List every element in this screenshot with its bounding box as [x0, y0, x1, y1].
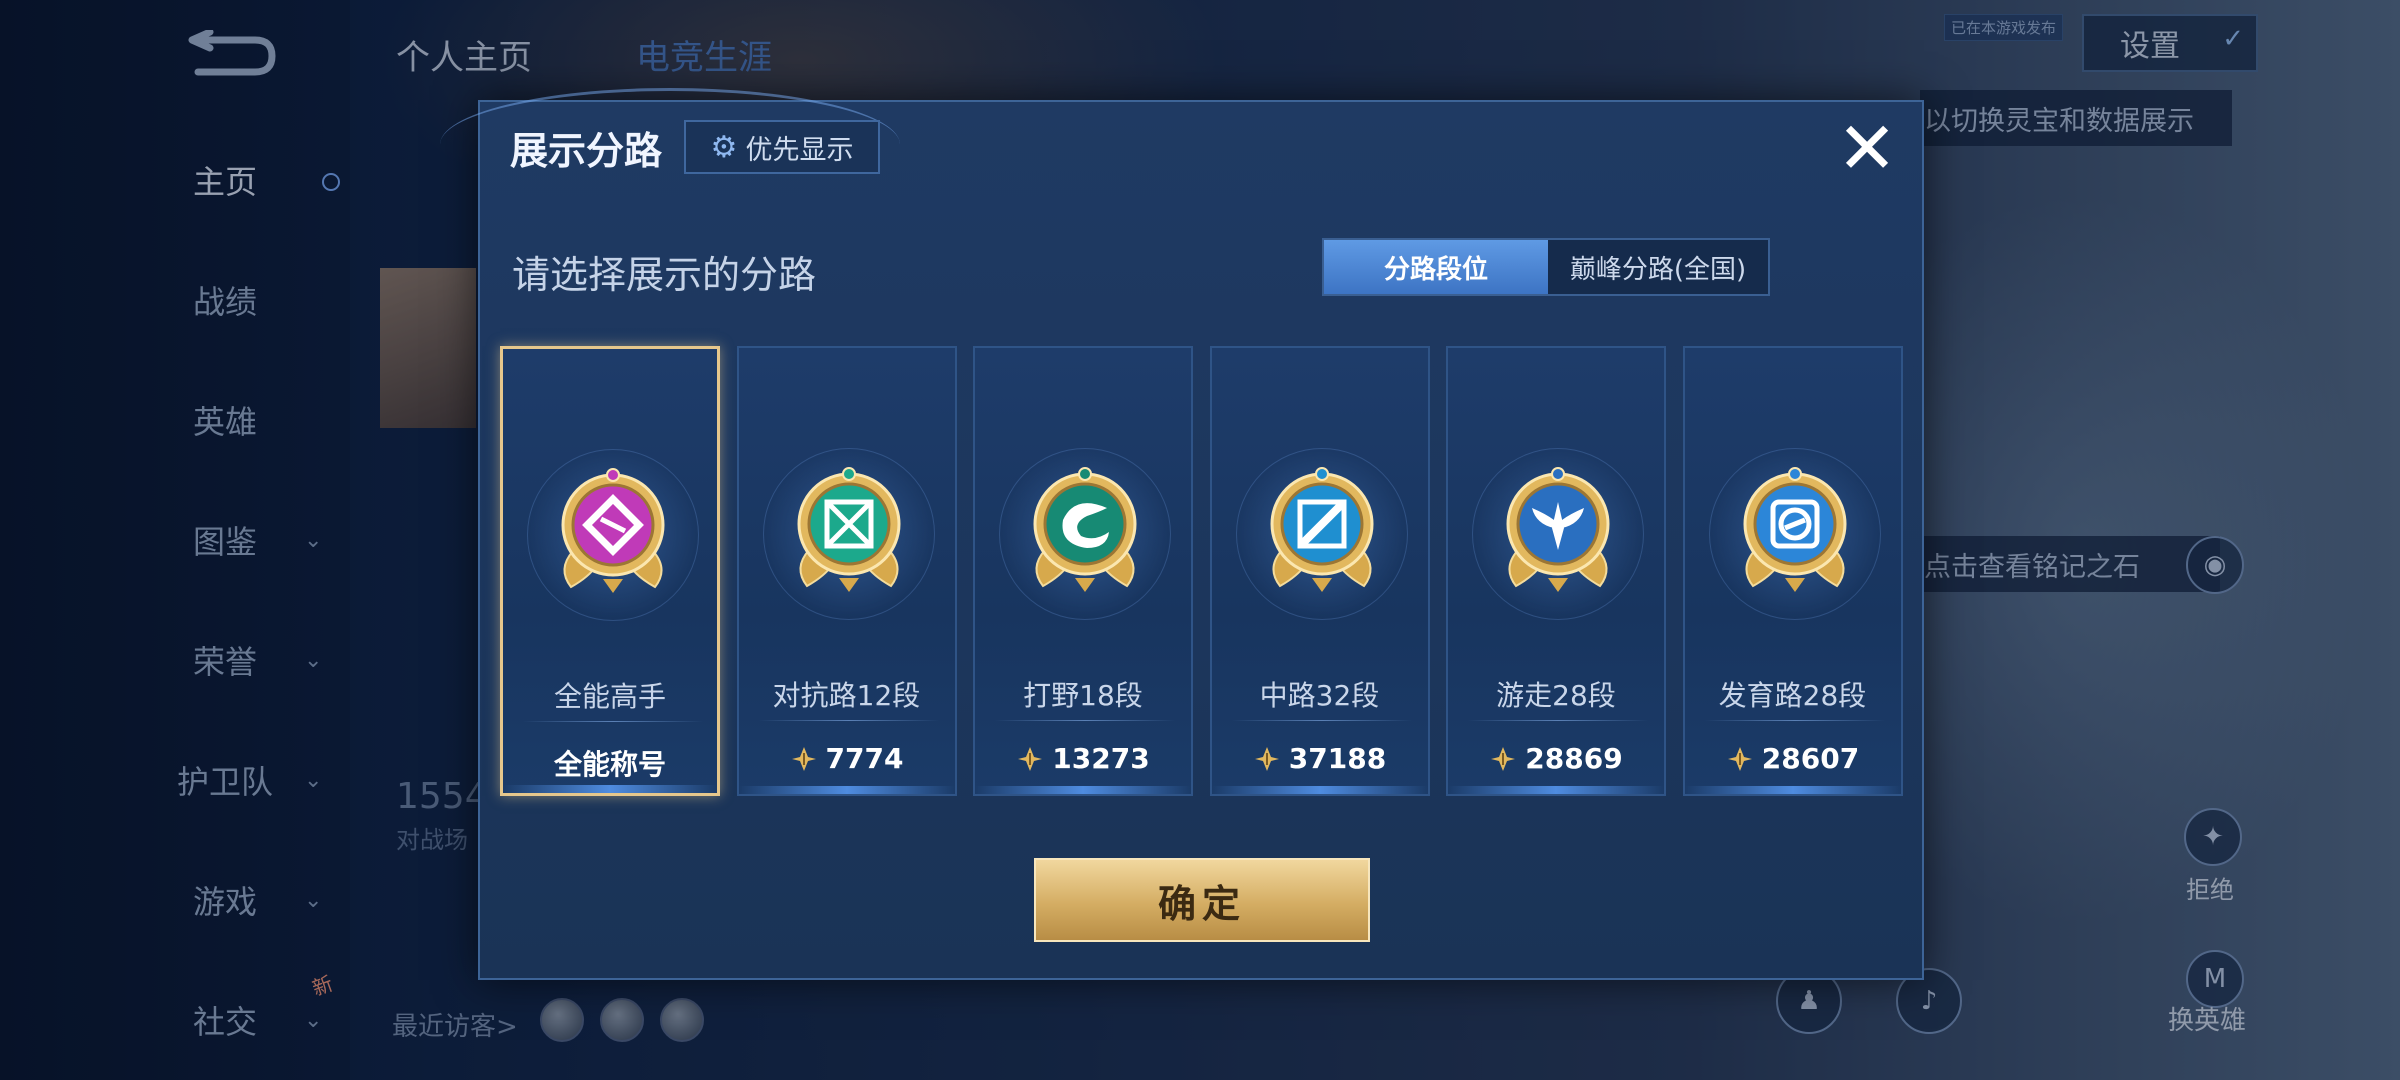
lane-mode-toggle: 分路段位 巅峰分路(全国): [1322, 238, 1770, 296]
lane-footer: 13273: [975, 742, 1191, 775]
lane-card[interactable]: 对抗路12段 7774: [736, 346, 957, 796]
power-points-value: 7774: [825, 742, 904, 775]
target-icon: [1743, 467, 1846, 592]
lane-display-dialog: 展示分路 ⚙ 优先显示 ✕ 请选择展示的分路 分路段位 巅峰分路(全国) 全能高…: [440, 88, 1924, 980]
power-points-value: 37188: [1288, 742, 1387, 775]
power-points-icon: [791, 746, 816, 771]
priority-display-label: 优先显示: [745, 134, 854, 166]
card-bottom-glow: [1211, 786, 1428, 794]
crossed-swords-icon: [797, 467, 900, 592]
confirm-button[interactable]: 确定: [1034, 858, 1370, 942]
diamond-icon: [561, 468, 665, 593]
card-bottom-glow: [503, 785, 717, 793]
divider: [1468, 720, 1648, 721]
power-points-icon: [1727, 746, 1752, 771]
power-points-icon: [1254, 746, 1279, 771]
wings-icon: [1506, 467, 1610, 592]
lane-footer: 全能称号: [503, 743, 717, 783]
lane-card[interactable]: 中路32段 37188: [1209, 346, 1430, 796]
power-points-value: 13273: [1052, 742, 1150, 775]
lane-name: 游走28段: [1496, 679, 1616, 712]
priority-display-button[interactable]: ⚙ 优先显示: [684, 120, 880, 174]
card-bottom-glow: [1684, 786, 1901, 794]
staff-icon: [1270, 467, 1373, 592]
lane-name: 对抗路12段: [772, 679, 921, 712]
lane-name: 发育路28段: [1718, 679, 1867, 712]
dragon-icon: [1033, 467, 1137, 592]
power-points-icon: [1018, 746, 1043, 771]
lane-name: 打野18段: [1023, 679, 1143, 712]
tab-lane-rank[interactable]: 分路段位: [1324, 240, 1548, 294]
power-points-value: 28607: [1761, 742, 1860, 775]
divider: [1231, 720, 1412, 721]
close-button[interactable]: ✕: [1832, 112, 1902, 186]
power-points-value: 28869: [1525, 742, 1623, 775]
card-bottom-glow: [738, 786, 955, 794]
lane-name: 全能高手: [553, 680, 666, 713]
lane-card[interactable]: 游走28段 28869: [1446, 346, 1666, 796]
lane-footer: 7774: [739, 742, 955, 775]
dialog-title: 展示分路: [510, 129, 663, 173]
power-points-icon: [1491, 746, 1516, 771]
divider: [1704, 720, 1885, 721]
divider: [523, 721, 703, 722]
title-label: 全能称号: [553, 748, 666, 781]
card-bottom-glow: [1448, 786, 1664, 794]
lane-card[interactable]: 全能高手 全能称号: [500, 346, 720, 796]
lane-card[interactable]: 打野18段 13273: [973, 346, 1193, 796]
lane-footer: 28607: [1685, 742, 1901, 775]
gear-icon: ⚙: [710, 129, 738, 165]
divider: [758, 720, 939, 721]
tab-peak-lane-national[interactable]: 巅峰分路(全国): [1548, 240, 1768, 294]
select-lane-prompt: 请选择展示的分路: [512, 253, 817, 297]
card-bottom-glow: [975, 786, 1191, 794]
lane-footer: 37188: [1212, 742, 1428, 775]
lane-card[interactable]: 发育路28段 28607: [1682, 346, 1903, 796]
lane-name: 中路32段: [1259, 679, 1380, 712]
divider: [995, 720, 1175, 721]
lane-footer: 28869: [1448, 742, 1664, 775]
